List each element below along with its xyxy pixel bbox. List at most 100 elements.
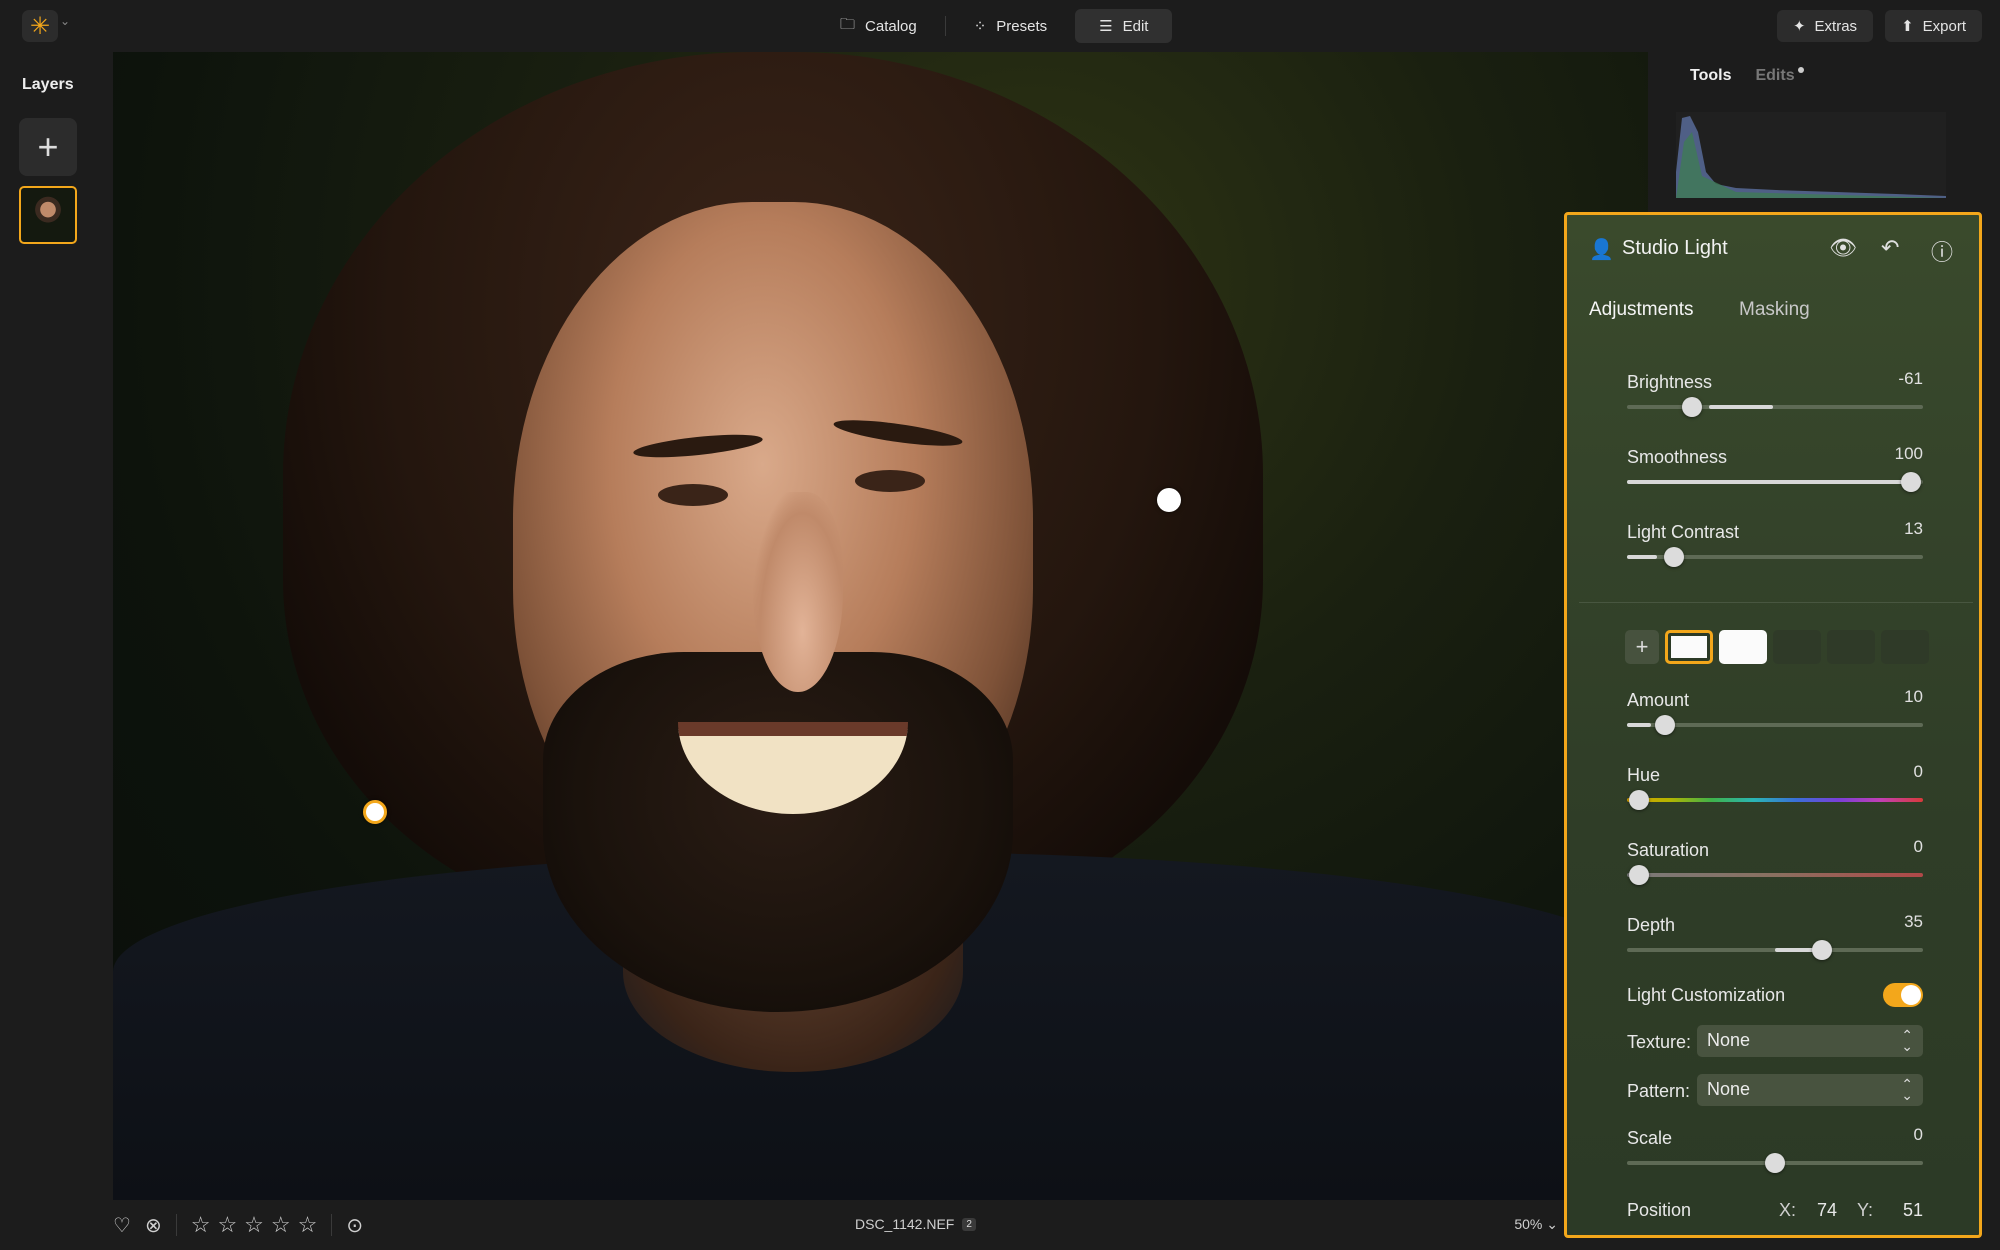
extras-button[interactable]: ✦ Extras bbox=[1776, 10, 1874, 42]
light-swatch-empty[interactable] bbox=[1827, 630, 1875, 664]
star-icon[interactable]: ☆ bbox=[217, 1212, 237, 1238]
position-row: Position X: 74 Y: 51 bbox=[1627, 1200, 1923, 1221]
eye-icon[interactable]: 👁 bbox=[1829, 235, 1857, 261]
tab-masking[interactable]: Masking bbox=[1739, 299, 1810, 321]
light-pin-selected[interactable] bbox=[363, 800, 387, 824]
panel-header: 👤 Studio Light 👁 ↶ ⓘ bbox=[1567, 215, 1979, 279]
tab-edit[interactable]: ☰ Edit bbox=[1075, 9, 1173, 43]
hue-track[interactable] bbox=[1627, 798, 1923, 802]
scale-slider-knob[interactable] bbox=[1765, 1153, 1785, 1173]
light-contrast-slider-knob[interactable] bbox=[1664, 547, 1685, 567]
smoothness-slider-knob[interactable] bbox=[1901, 472, 1922, 492]
brightness-slider-knob[interactable] bbox=[1682, 397, 1703, 417]
amount-label: Amount bbox=[1627, 690, 1690, 710]
photo-canvas[interactable] bbox=[113, 52, 1648, 1200]
plus-icon: + bbox=[1635, 634, 1649, 659]
light-swatch-empty[interactable] bbox=[1881, 630, 1929, 664]
plus-icon: + bbox=[37, 126, 59, 167]
brightness-fill bbox=[1709, 405, 1773, 409]
smoothness-value: 100 bbox=[1894, 444, 1923, 463]
bottom-toolbar: ♡ ⊗ ☆ ☆ ☆ ☆ ☆ ⊙ DSC_1142.NEF 2 50% ⌄ bbox=[113, 1200, 1648, 1250]
smoothness-control: Smoothness 100 bbox=[1627, 444, 1923, 497]
depth-label: Depth bbox=[1627, 915, 1676, 935]
extras-label: Extras bbox=[1814, 17, 1858, 35]
star-icon[interactable]: ☆ bbox=[244, 1212, 264, 1238]
reject-icon[interactable]: ⊗ bbox=[145, 1213, 162, 1238]
export-icon: ⬆ bbox=[1901, 18, 1914, 35]
person-light-icon: 👤 bbox=[1589, 239, 1614, 261]
studio-light-panel: 👤 Studio Light 👁 ↶ ⓘ Adjustments Masking… bbox=[1564, 212, 1982, 1238]
pattern-row: Pattern: None ⌃ ⌄ bbox=[1627, 1074, 1923, 1108]
texture-select[interactable]: None ⌃ ⌄ bbox=[1697, 1025, 1923, 1057]
panel-title: Studio Light bbox=[1622, 237, 1728, 259]
light-swatch[interactable] bbox=[1719, 630, 1767, 664]
smoothness-fill bbox=[1627, 480, 1905, 484]
tab-edits[interactable]: Edits bbox=[1755, 67, 1804, 85]
layer-thumbnail[interactable] bbox=[19, 186, 77, 244]
tab-adjustments[interactable]: Adjustments bbox=[1589, 299, 1694, 321]
light-swatch-selected[interactable] bbox=[1665, 630, 1713, 664]
sidebar-tabs: Tools Edits bbox=[1690, 67, 1804, 85]
tab-catalog[interactable]: 🗀 Catalog bbox=[816, 9, 941, 43]
add-layer-button[interactable]: + bbox=[19, 118, 77, 176]
brightness-label: Brightness bbox=[1627, 372, 1713, 392]
tab-tools[interactable]: Tools bbox=[1690, 67, 1731, 85]
nav-divider bbox=[944, 16, 946, 36]
saturation-value: 0 bbox=[1913, 837, 1923, 856]
sparkle-icon: ✦ bbox=[1792, 18, 1806, 35]
tab-presets[interactable]: ⁘ Presets bbox=[950, 9, 1071, 43]
info-icon[interactable]: ⓘ bbox=[1931, 235, 1953, 267]
panel-tabs: Adjustments Masking bbox=[1567, 279, 1979, 339]
light-contrast-control: Light Contrast 13 bbox=[1627, 519, 1923, 572]
divider bbox=[331, 1214, 333, 1236]
photo-beard bbox=[543, 652, 1013, 1012]
rating-tools: ♡ ⊗ ☆ ☆ ☆ ☆ ☆ ⊙ bbox=[113, 1200, 363, 1250]
hue-slider-knob[interactable] bbox=[1628, 790, 1649, 810]
depth-slider-knob[interactable] bbox=[1812, 940, 1833, 960]
light-swatch-empty[interactable] bbox=[1773, 630, 1821, 664]
more-icon[interactable]: ⊙ bbox=[346, 1213, 363, 1238]
photo-nose bbox=[753, 492, 843, 692]
light-pin[interactable] bbox=[1157, 488, 1181, 512]
version-badge: 2 bbox=[962, 1217, 976, 1231]
star-icon[interactable]: ☆ bbox=[298, 1212, 318, 1238]
photo-eye-right bbox=[855, 470, 925, 492]
position-x-value[interactable]: 74 bbox=[1817, 1200, 1837, 1221]
top-right-actions: ✦ Extras ⬆ Export bbox=[1776, 10, 1982, 42]
brightness-track[interactable] bbox=[1627, 405, 1923, 409]
depth-value: 35 bbox=[1904, 912, 1923, 931]
brightness-control: Brightness -61 bbox=[1627, 369, 1923, 422]
light-customization-toggle[interactable] bbox=[1883, 983, 1923, 1007]
star-rating[interactable]: ☆ ☆ ☆ ☆ ☆ bbox=[191, 1212, 318, 1238]
top-toolbar: ✳ ⌄ 🗀 Catalog ⁘ Presets ☰ Edit ✦ Extras … bbox=[0, 0, 2000, 52]
position-x-label: X: bbox=[1779, 1200, 1797, 1220]
position-y-value[interactable]: 51 bbox=[1903, 1200, 1923, 1221]
add-light-button[interactable]: + bbox=[1625, 630, 1659, 664]
updown-chevron-icon: ⌃ ⌄ bbox=[1901, 1027, 1913, 1054]
app-logo-icon: ✳ bbox=[29, 12, 51, 40]
saturation-slider-knob[interactable] bbox=[1628, 865, 1649, 885]
amount-slider-knob[interactable] bbox=[1655, 715, 1676, 735]
pattern-select[interactable]: None ⌃ ⌄ bbox=[1697, 1074, 1923, 1106]
scale-label: Scale bbox=[1627, 1128, 1673, 1148]
hue-label: Hue bbox=[1627, 765, 1661, 785]
star-icon[interactable]: ☆ bbox=[191, 1212, 211, 1238]
smoothness-label: Smoothness bbox=[1627, 447, 1728, 467]
folder-icon: 🗀 bbox=[840, 15, 856, 33]
chevron-down-icon[interactable]: ⌄ bbox=[60, 14, 70, 28]
tab-edit-label: Edit bbox=[1122, 17, 1149, 35]
heart-icon[interactable]: ♡ bbox=[113, 1213, 131, 1238]
sparkle-icon: ⁘ bbox=[973, 18, 987, 35]
zoom-dropdown[interactable]: 50% ⌄ bbox=[1514, 1216, 1558, 1233]
divider bbox=[175, 1214, 177, 1236]
app-menu-button[interactable]: ✳ bbox=[22, 10, 58, 42]
star-icon[interactable]: ☆ bbox=[271, 1212, 291, 1238]
saturation-track[interactable] bbox=[1627, 873, 1923, 877]
depth-control: Depth 35 bbox=[1627, 912, 1923, 965]
light-contrast-fill bbox=[1627, 555, 1657, 559]
scale-value: 0 bbox=[1913, 1125, 1923, 1144]
texture-row: Texture: None ⌃ ⌄ bbox=[1627, 1025, 1923, 1059]
undo-icon[interactable]: ↶ bbox=[1881, 235, 1899, 261]
export-button[interactable]: ⬆ Export bbox=[1885, 10, 1982, 42]
file-name-label: DSC_1142.NEF bbox=[855, 1216, 955, 1232]
